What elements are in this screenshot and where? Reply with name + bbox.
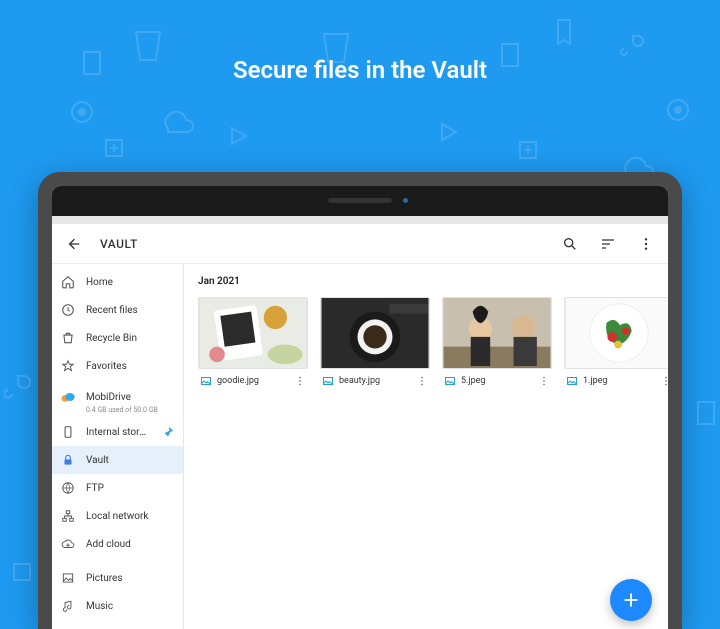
sidebar-item-label: Recycle Bin: [86, 333, 175, 344]
file-thumbnail: [198, 297, 308, 369]
sidebar-item-label: Local network: [86, 511, 175, 522]
file-card[interactable]: 5.jpeg: [442, 297, 552, 387]
phone-icon: [60, 424, 76, 440]
file-card[interactable]: goodie.jpg: [198, 297, 308, 387]
main-area: Home Recent files Recycle Bin Favorites: [52, 264, 668, 629]
lock-icon: [60, 452, 76, 468]
sidebar-item-lan[interactable]: Local network: [52, 502, 183, 530]
image-file-icon: [200, 375, 212, 387]
file-thumbnail: [442, 297, 552, 369]
file-name: 5.jpeg: [461, 376, 533, 386]
cloud-drive-icon: [60, 389, 76, 405]
star-icon: [60, 358, 76, 374]
sidebar-item-label: Music: [86, 601, 175, 612]
sidebar-item-label: Internal stora...: [86, 427, 151, 438]
file-name: goodie.jpg: [217, 376, 289, 386]
app-bar: VAULT: [52, 224, 668, 264]
sidebar-item-label: MobiDrive: [86, 392, 131, 403]
sidebar-item-home[interactable]: Home: [52, 268, 183, 296]
clock-icon: [60, 302, 76, 318]
file-more-button[interactable]: [538, 375, 550, 387]
sidebar-item-label: FTP: [86, 483, 175, 494]
app-screen: VAULT Home: [52, 216, 668, 629]
sort-button[interactable]: [596, 232, 620, 256]
trash-icon: [60, 330, 76, 346]
music-icon: [60, 598, 76, 614]
sidebar-item-vault[interactable]: Vault: [52, 446, 183, 474]
sidebar-item-recycle[interactable]: Recycle Bin: [52, 324, 183, 352]
sidebar-item-label: Home: [86, 277, 175, 288]
tablet-bezel: VAULT Home: [52, 186, 668, 629]
section-title: Jan 2021: [198, 276, 654, 287]
more-button[interactable]: [634, 232, 658, 256]
sidebar: Home Recent files Recycle Bin Favorites: [52, 264, 184, 629]
tablet-speaker: [328, 198, 392, 203]
sidebar-item-pictures[interactable]: Pictures: [52, 564, 183, 592]
cloud-plus-icon: [60, 536, 76, 552]
sidebar-item-favorites[interactable]: Favorites: [52, 352, 183, 380]
file-more-button[interactable]: [294, 375, 306, 387]
file-thumbnail: [564, 297, 668, 369]
sidebar-item-label: Vault: [86, 455, 175, 466]
home-icon: [60, 274, 76, 290]
status-bar: [52, 216, 668, 224]
image-file-icon: [322, 375, 334, 387]
file-more-button[interactable]: [416, 375, 428, 387]
appbar-title: VAULT: [100, 237, 138, 251]
storage-usage-text: 0.4 GB used of 50.0 GB: [86, 406, 158, 414]
marketing-headline: Secure files in the Vault: [0, 0, 720, 84]
sidebar-item-label: Add cloud: [86, 539, 175, 550]
fab-add-button[interactable]: [610, 579, 652, 621]
sidebar-item-internal[interactable]: Internal stora...: [52, 418, 183, 446]
search-button[interactable]: [558, 232, 582, 256]
content-pane: Jan 2021 goodie.jpg: [184, 264, 668, 629]
sidebar-item-mobidrive[interactable]: MobiDrive 0.4 GB used of 50.0 GB: [52, 386, 183, 418]
sidebar-item-music[interactable]: Music: [52, 592, 183, 620]
sidebar-item-ftp[interactable]: FTP: [52, 474, 183, 502]
sidebar-item-addcloud[interactable]: Add cloud: [52, 530, 183, 558]
image-file-icon: [566, 375, 578, 387]
sidebar-item-label: Recent files: [86, 305, 175, 316]
image-icon: [60, 570, 76, 586]
file-thumbnail: [320, 297, 430, 369]
cleanup-icon[interactable]: [161, 425, 175, 439]
file-name: 1.jpeg: [583, 376, 655, 386]
file-card[interactable]: 1.jpeg: [564, 297, 668, 387]
file-name: beauty.jpg: [339, 376, 411, 386]
sidebar-item-label: Pictures: [86, 573, 175, 584]
file-card[interactable]: beauty.jpg: [320, 297, 430, 387]
sidebar-item-label: Favorites: [86, 361, 175, 372]
tablet-frame: VAULT Home: [38, 172, 682, 629]
network-icon: [60, 508, 76, 524]
globe-icon: [60, 480, 76, 496]
file-grid: goodie.jpg beauty.jpg: [198, 297, 654, 387]
sidebar-item-recent[interactable]: Recent files: [52, 296, 183, 324]
back-button[interactable]: [62, 232, 86, 256]
file-more-button[interactable]: [660, 375, 668, 387]
image-file-icon: [444, 375, 456, 387]
